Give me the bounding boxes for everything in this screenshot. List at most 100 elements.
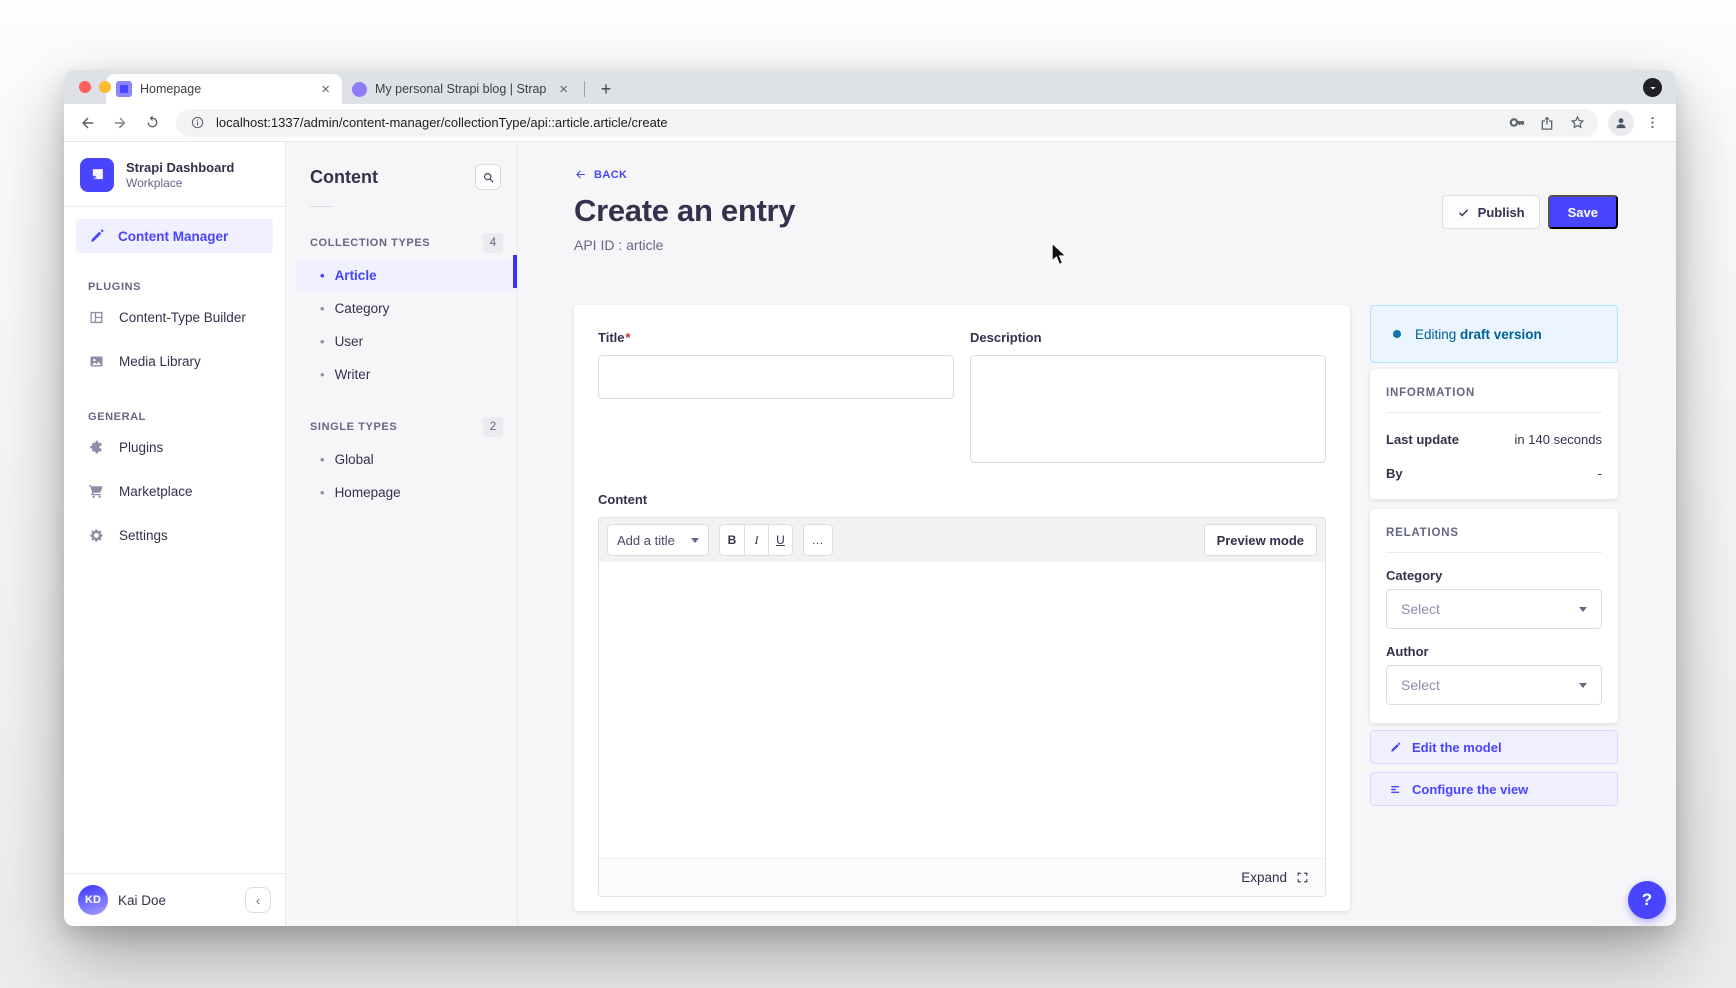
publish-label: Publish [1478, 205, 1525, 220]
publish-button[interactable]: Publish [1442, 195, 1540, 229]
sidebar-item-label: Settings [119, 528, 168, 543]
back-arrow-icon [574, 168, 587, 181]
workspace-name: Workplace [126, 176, 234, 190]
configure-view-button[interactable]: Configure the view [1370, 772, 1618, 806]
preview-mode-button[interactable]: Preview mode [1204, 524, 1317, 556]
underline-button[interactable]: U [768, 525, 792, 555]
page-info-icon[interactable] [186, 112, 208, 134]
new-tab-button[interactable]: + [593, 76, 619, 102]
url-bar[interactable]: localhost:1337/admin/content-manager/col… [176, 109, 1598, 137]
forward-button[interactable] [106, 109, 134, 137]
action-label: Configure the view [1412, 782, 1528, 797]
caret-down-icon [691, 538, 699, 543]
search-icon [482, 171, 495, 184]
description-label: Description [970, 330, 1042, 345]
chevron-down-icon [1647, 82, 1659, 94]
author-select[interactable]: Select [1386, 665, 1602, 705]
content-type-global[interactable]: Global [286, 443, 517, 476]
entry-form-card: Title* Description Content [574, 305, 1350, 911]
content-type-article[interactable]: Article [296, 259, 517, 292]
profile-avatar-icon[interactable] [1608, 110, 1634, 136]
relations-heading: RELATIONS [1386, 527, 1602, 539]
content-type-homepage[interactable]: Homepage [286, 476, 517, 509]
caret-down-icon [1579, 683, 1587, 688]
expand-icon[interactable] [1296, 871, 1309, 884]
content-type-writer[interactable]: Writer [286, 358, 517, 391]
title-field: Title* [598, 329, 954, 468]
author-label: Author [1386, 644, 1602, 659]
reload-button[interactable] [138, 109, 166, 137]
sidebar-item-label: Plugins [119, 440, 163, 455]
sidebar-item-content-type-builder[interactable]: Content-Type Builder [64, 295, 285, 339]
back-button[interactable] [74, 109, 102, 137]
collapse-sidebar-button[interactable]: ‹ [245, 887, 271, 913]
help-button[interactable]: ? [1628, 881, 1666, 919]
workspace-brand[interactable]: Strapi Dashboard Workplace [64, 142, 285, 206]
sidebar-section-plugins: PLUGINS [64, 253, 285, 295]
sidebar-item-label: Content-Type Builder [119, 310, 246, 325]
sidebar-item-plugins[interactable]: Plugins [64, 425, 285, 469]
picture-icon [88, 353, 105, 370]
last-update-row: Last update in 140 seconds [1386, 432, 1602, 447]
share-icon[interactable] [1536, 112, 1558, 134]
title-input[interactable] [598, 355, 954, 399]
sidebar-item-label: Media Library [119, 354, 201, 369]
bookmark-star-icon[interactable] [1566, 112, 1588, 134]
tab-strip: Homepage × My personal Strapi blog | Str… [64, 70, 1676, 104]
sidebar-item-settings[interactable]: Settings [64, 513, 285, 557]
browser-window: Homepage × My personal Strapi blog | Str… [64, 70, 1676, 926]
strapi-logo-icon [80, 158, 114, 192]
sidebar-item-media-library[interactable]: Media Library [64, 339, 285, 383]
more-formats-button[interactable]: … [803, 524, 833, 556]
search-button[interactable] [475, 164, 501, 190]
expand-label[interactable]: Expand [1241, 870, 1287, 885]
description-textarea[interactable] [970, 355, 1326, 463]
info-value: in 140 seconds [1515, 432, 1602, 447]
item-label: Homepage [335, 485, 401, 500]
sidebar-item-content-manager[interactable]: Content Manager [76, 219, 273, 253]
sidebar-item-marketplace[interactable]: Marketplace [64, 469, 285, 513]
divider [1386, 412, 1602, 413]
minimize-window-button[interactable] [99, 81, 111, 93]
info-label: By [1386, 466, 1403, 481]
by-row: By - [1386, 466, 1602, 481]
tab-close-icon[interactable]: × [319, 82, 332, 97]
user-avatar[interactable]: KD [78, 885, 108, 915]
tab-strapi-blog[interactable]: My personal Strapi blog | Strap × [342, 74, 580, 104]
reload-icon [144, 114, 161, 131]
content-type-user[interactable]: User [286, 325, 517, 358]
group-label: SINGLE TYPES [310, 421, 397, 433]
back-link[interactable]: BACK [574, 168, 1618, 181]
divider [310, 206, 334, 207]
desktop-background: Homepage × My personal Strapi blog | Str… [0, 0, 1736, 988]
api-id-subtitle: API ID : article [574, 237, 795, 253]
tab-title: Homepage [140, 82, 311, 96]
tab-close-icon[interactable]: × [557, 82, 570, 97]
user-name: Kai Doe [118, 893, 235, 908]
heading-select[interactable]: Add a title [607, 524, 709, 556]
italic-button[interactable]: I [744, 525, 768, 555]
rich-text-editor: Add a title B I U … Previe [598, 517, 1326, 897]
password-key-icon[interactable] [1506, 112, 1528, 134]
bold-button[interactable]: B [720, 525, 744, 555]
forward-arrow-icon [111, 114, 129, 132]
item-label: User [335, 334, 364, 349]
browser-menu-button[interactable] [1638, 109, 1666, 137]
content-type-category[interactable]: Category [286, 292, 517, 325]
url-text: localhost:1337/admin/content-manager/col… [216, 115, 1498, 130]
edit-model-button[interactable]: Edit the model [1370, 730, 1618, 764]
strapi-admin-app: Strapi Dashboard Workplace Content Manag… [64, 142, 1676, 926]
save-button[interactable]: Save [1548, 195, 1618, 229]
divider [64, 206, 285, 207]
puzzle-icon [88, 439, 105, 456]
item-label: Global [335, 452, 374, 467]
close-window-button[interactable] [79, 81, 91, 93]
category-select[interactable]: Select [1386, 589, 1602, 629]
tab-homepage[interactable]: Homepage × [106, 74, 342, 104]
editor-text-area[interactable] [599, 562, 1325, 858]
browser-toolbar: localhost:1337/admin/content-manager/col… [64, 104, 1676, 142]
format-button-group: B I U [719, 524, 793, 556]
app-name: Strapi Dashboard [126, 160, 234, 176]
tab-search-button[interactable] [1643, 78, 1662, 97]
status-dot-icon [1393, 330, 1401, 338]
